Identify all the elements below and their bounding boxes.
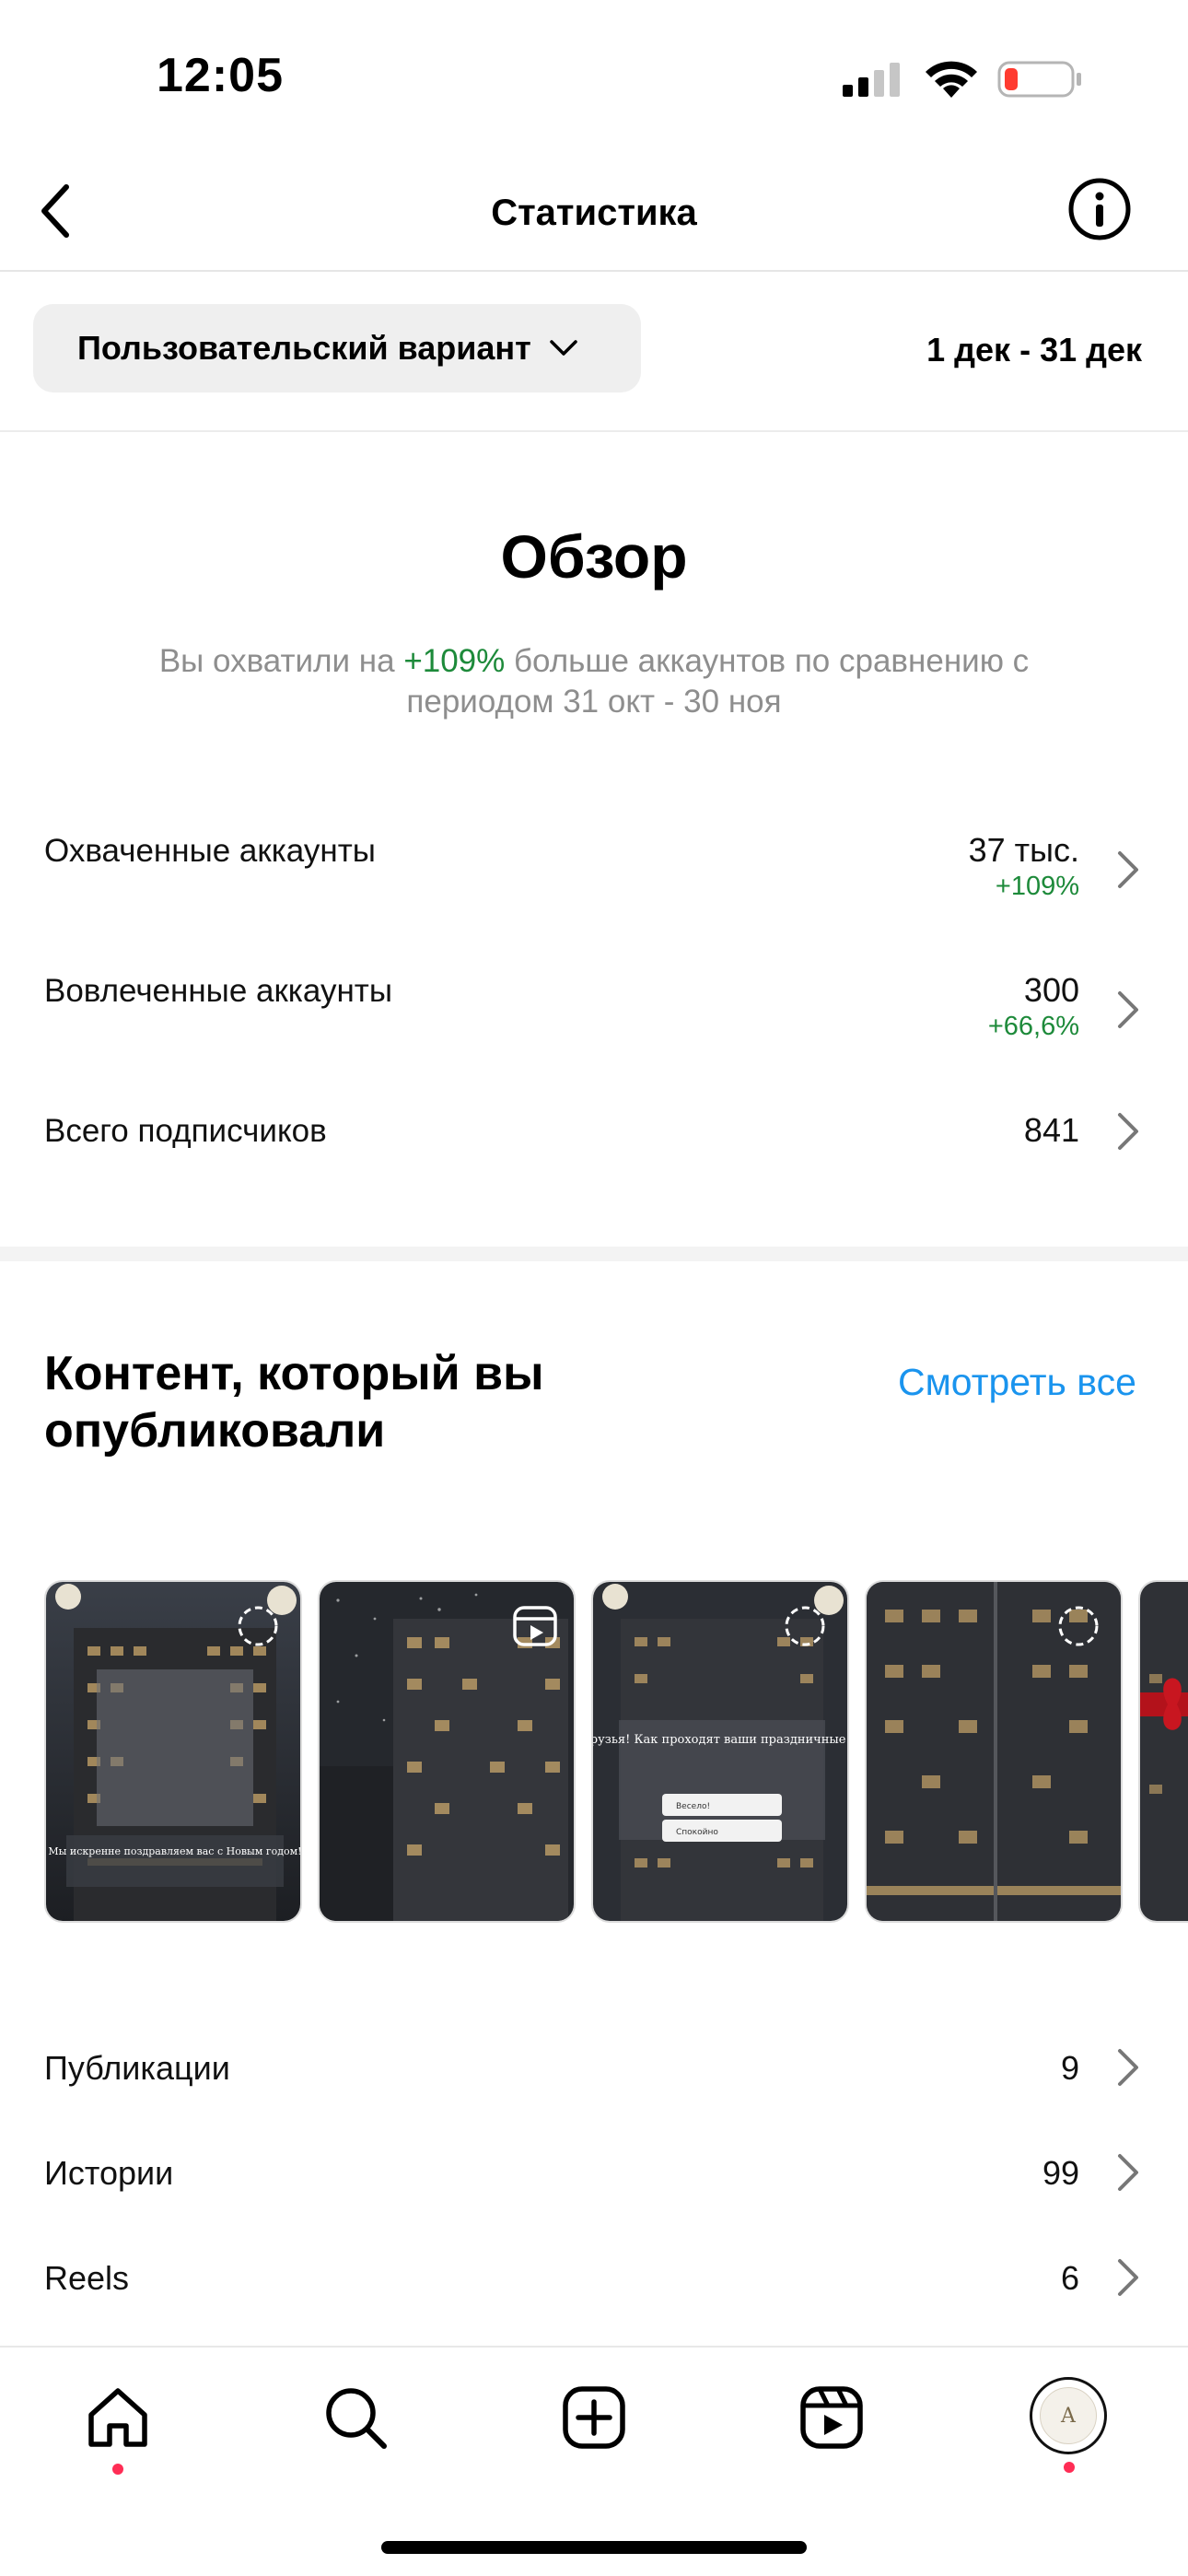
stat-label: Вовлеченные аккаунты — [44, 973, 392, 1009]
building-night-image — [320, 1582, 574, 1921]
chevron-right-icon — [1118, 991, 1138, 1028]
status-bar: 12:05 — [0, 0, 1188, 152]
list-label: Reels — [44, 2259, 130, 2297]
building-night-image — [867, 1582, 1121, 1921]
overview-title: Обзор — [500, 522, 688, 591]
list-value: 99 — [1042, 2154, 1079, 2192]
wifi-icon — [926, 61, 977, 98]
content-thumbnails: Мы искренне поздравляем вас с Новым годо… — [44, 1580, 1188, 1923]
content-thumbnail[interactable]: Дорогие друзья! Как проходят ваши праздн… — [591, 1580, 849, 1923]
see-all-link[interactable]: Смотреть все — [898, 1358, 1137, 1406]
content-row-posts[interactable]: Публикации 9 — [0, 2021, 1188, 2113]
thumb-caption: Мы искренне поздравляем вас с Новым годо… — [48, 1845, 301, 1857]
list-label: Истории — [44, 2154, 174, 2192]
stat-row-engaged-accounts[interactable]: Вовлеченные аккаунты 300 +66,6% — [0, 960, 1188, 1061]
chevron-right-icon — [1118, 2259, 1138, 2296]
content-thumbnail[interactable] — [318, 1580, 576, 1923]
thumb-option: Спокойно — [676, 1828, 718, 1837]
gift-image — [1140, 1582, 1188, 1921]
chevron-right-icon — [1118, 2049, 1138, 2086]
status-time: 12:05 — [157, 49, 284, 102]
stat-delta: +66,6% — [987, 1012, 1079, 1041]
date-filter-label: Пользовательский вариант — [77, 329, 531, 367]
content-thumbnail[interactable]: Мы искренне поздравляем вас с Новым годо… — [44, 1580, 302, 1923]
nav-header: Статистика — [0, 152, 1188, 272]
stat-label: Охваченные аккаунты — [44, 833, 376, 869]
tab-reels[interactable] — [795, 2381, 868, 2454]
home-icon — [88, 2388, 147, 2447]
content-row-stories[interactable]: Истории 99 — [0, 2126, 1188, 2219]
building-night-image: Мы искренне поздравляем вас с Новым годо… — [46, 1582, 301, 1921]
chevron-right-icon — [1118, 2154, 1138, 2191]
content-row-reels[interactable]: Reels 6 — [0, 2231, 1188, 2324]
thumb-caption: Дорогие друзья! Как проходят ваши праздн… — [593, 1733, 849, 1747]
building-night-image: Дорогие друзья! Как проходят ваши праздн… — [593, 1582, 849, 1921]
reels-icon — [800, 2386, 863, 2449]
chevron-right-icon — [1118, 851, 1138, 888]
create-icon — [563, 2386, 625, 2449]
avatar-logo: A — [1040, 2387, 1097, 2444]
tab-create[interactable] — [557, 2381, 631, 2454]
section-divider — [0, 1247, 1188, 1261]
tab-home[interactable] — [81, 2381, 155, 2454]
battery-icon — [997, 61, 1081, 98]
home-indicator — [381, 2541, 807, 2554]
content-section-title: Контент, который вы опубликовали — [44, 1347, 544, 1458]
content-thumbnail[interactable] — [1138, 1580, 1188, 1923]
overview-subtitle: Вы охватили на +109% больше аккаунтов по… — [101, 641, 1087, 722]
thumb-option: Весело! — [676, 1802, 710, 1811]
stat-delta: +109% — [995, 872, 1079, 901]
list-value: 6 — [1060, 2259, 1079, 2297]
filter-row: Пользовательский вариант 1 дек - 31 дек — [0, 274, 1188, 432]
date-range: 1 дек - 31 дек — [926, 331, 1142, 369]
list-value: 9 — [1060, 2049, 1079, 2087]
search-icon — [326, 2388, 387, 2449]
list-label: Публикации — [44, 2049, 230, 2087]
date-filter-dropdown[interactable]: Пользовательский вариант — [33, 304, 641, 392]
stat-label: Всего подписчиков — [44, 1113, 327, 1149]
chevron-right-icon — [1118, 1113, 1138, 1150]
stat-row-total-followers[interactable]: Всего подписчиков 841 — [0, 1102, 1188, 1203]
stat-value: 300 — [1023, 971, 1079, 1009]
overview-subtitle-prefix: Вы охватили на — [158, 643, 404, 679]
stat-value: 841 — [1023, 1111, 1079, 1149]
chevron-down-icon — [550, 340, 577, 356]
tab-search[interactable] — [319, 2381, 392, 2454]
stat-value: 37 тыс. — [968, 831, 1079, 869]
info-icon[interactable] — [1066, 176, 1133, 242]
content-thumbnail[interactable] — [865, 1580, 1123, 1923]
profile-avatar[interactable]: A — [1030, 2377, 1107, 2454]
stat-row-reached-accounts[interactable]: Охваченные аккаунты 37 тыс. +109% — [0, 820, 1188, 921]
notification-dot — [1064, 2462, 1075, 2473]
notification-dot — [112, 2464, 123, 2475]
overview-subtitle-delta: +109% — [403, 643, 506, 679]
page-title: Статистика — [491, 193, 697, 233]
cellular-signal-icon — [843, 63, 900, 97]
